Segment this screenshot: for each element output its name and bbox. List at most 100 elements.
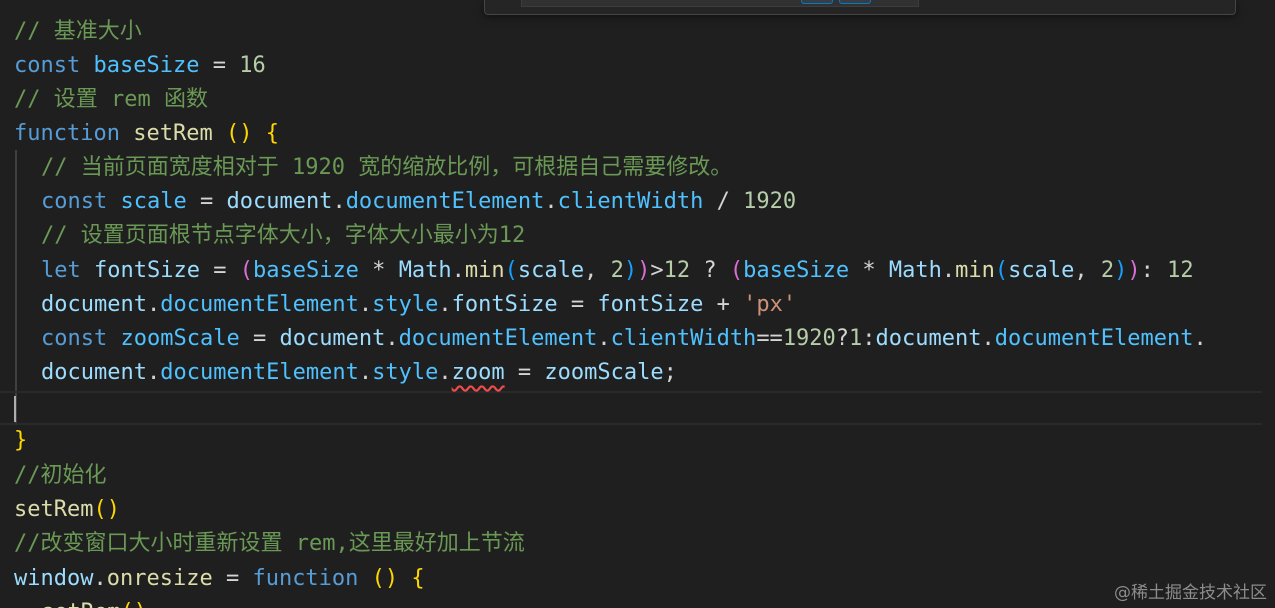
find-widget[interactable] — [484, 0, 1236, 15]
code-token: zoomScale — [544, 360, 664, 385]
code-token: baseSize — [252, 258, 359, 283]
code-token: scale — [1008, 258, 1075, 283]
code-token: : — [862, 326, 876, 351]
code-token: function — [14, 121, 120, 146]
code-token: scale — [120, 189, 187, 214]
code-token: . — [544, 189, 558, 214]
code-token: . — [981, 326, 995, 351]
code-token: min — [955, 258, 995, 283]
code-token: 'px' — [743, 292, 797, 317]
code-line[interactable]: function setRem () { — [14, 117, 279, 151]
code-line[interactable]: // 设置页面根节点字体大小，字体大小最小为12 — [41, 219, 525, 253]
code-token: setRem — [41, 600, 120, 608]
code-line[interactable]: window.onresize = function () { — [14, 562, 425, 596]
code-line[interactable]: const zoomScale = document.documentEleme… — [41, 322, 1207, 356]
code-token: . — [1193, 326, 1207, 351]
code-token: document — [41, 360, 147, 385]
code-token: () — [93, 497, 120, 522]
code-token: const — [14, 53, 81, 78]
code-line[interactable]: // 设置 rem 函数 — [14, 83, 208, 117]
code-token: 12 — [1167, 258, 1194, 283]
code-token: > — [650, 258, 664, 283]
code-line[interactable]: const scale = document.documentElement.c… — [41, 185, 796, 219]
code-token: * — [358, 258, 399, 283]
code-line[interactable]: } — [14, 424, 27, 458]
code-token: 1920 — [743, 189, 797, 214]
code-token: ( — [504, 258, 518, 283]
code-token: = — [557, 292, 598, 317]
code-token: //初始化 — [14, 463, 107, 488]
code-token: , — [1074, 258, 1101, 283]
match-word-toggle[interactable] — [839, 0, 871, 4]
code-token: setRem — [14, 497, 94, 522]
code-token: Math — [888, 258, 942, 283]
code-token: = — [199, 258, 240, 283]
code-editor[interactable]: // 基准大小 const baseSize = 16 // 设置 rem 函数… — [0, 0, 1275, 608]
code-token: ) — [1127, 258, 1141, 283]
code-token: = — [186, 189, 227, 214]
code-token: fontSize — [94, 258, 200, 283]
code-token: style — [372, 360, 439, 385]
code-token: / — [703, 189, 744, 214]
code-token: + — [703, 292, 744, 317]
code-line[interactable]: //改变窗口大小时重新设置 rem,这里最好加上节流 — [14, 527, 525, 561]
code-token: //改变窗口大小时重新设置 rem,这里最好加上节流 — [14, 531, 525, 556]
code-token: document — [226, 189, 333, 214]
code-token: ( — [994, 258, 1009, 283]
code-line[interactable]: setRem() — [14, 493, 120, 527]
code-token: . — [597, 326, 611, 351]
code-token: documentElement — [398, 326, 598, 351]
code-line[interactable]: //初始化 — [14, 459, 107, 493]
match-case-toggle[interactable] — [801, 0, 833, 4]
code-token: fontSize — [597, 292, 704, 317]
code-token: baseSize — [743, 258, 850, 283]
code-token: ? — [835, 326, 850, 351]
code-token: min — [464, 258, 505, 283]
code-token: documentElement — [345, 189, 545, 214]
code-token: . — [385, 326, 399, 351]
code-line[interactable]: document.documentElement.style.fontSize … — [41, 288, 796, 322]
code-line[interactable]: setRem() — [41, 596, 147, 608]
code-token: 2 — [1100, 258, 1115, 283]
watermark: @稀土掘金技术社区 — [1114, 583, 1267, 603]
code-token: clientWidth — [557, 189, 704, 214]
code-line[interactable]: // 基准大小 — [14, 15, 142, 49]
code-token: } — [14, 428, 28, 453]
code-token: = — [504, 360, 545, 385]
code-token: baseSize — [93, 53, 200, 78]
code-token: ( — [239, 258, 253, 283]
code-token: 2 — [610, 258, 624, 283]
code-line[interactable]: let fontSize = (baseSize * Math.min(scal… — [41, 254, 1194, 288]
indent-guide — [15, 150, 17, 423]
code-line[interactable]: const baseSize = 16 — [14, 49, 266, 83]
code-token: setRem — [133, 121, 213, 146]
code-token: == — [756, 326, 783, 351]
code-token: // 当前页面宽度相对于 1920 宽的缩放比例，可根据自己需要修改。 — [41, 155, 733, 180]
code-token: zoomScale — [120, 326, 240, 351]
code-token: documentElement — [160, 292, 359, 317]
code-token: document — [875, 326, 982, 351]
code-token: 12 — [663, 258, 691, 283]
code-token: // 基准大小 — [14, 19, 142, 44]
code-line[interactable]: document.documentElement.style.zoom = zo… — [41, 356, 677, 390]
code-token: 1 — [849, 326, 863, 351]
code-line[interactable]: // 当前页面宽度相对于 1920 宽的缩放比例，可根据自己需要修改。 — [41, 151, 732, 185]
code-token: ) — [637, 258, 651, 283]
text-caret — [14, 396, 16, 422]
code-token: let — [41, 258, 81, 283]
code-token: 1920 — [782, 326, 836, 351]
code-token: . — [146, 292, 161, 317]
code-token: * — [849, 258, 889, 283]
code-token: ( — [729, 258, 744, 283]
code-token: document — [41, 292, 147, 317]
code-token: function — [252, 566, 359, 591]
code-token: . — [358, 292, 373, 317]
code-token: // 设置 rem 函数 — [14, 87, 208, 112]
